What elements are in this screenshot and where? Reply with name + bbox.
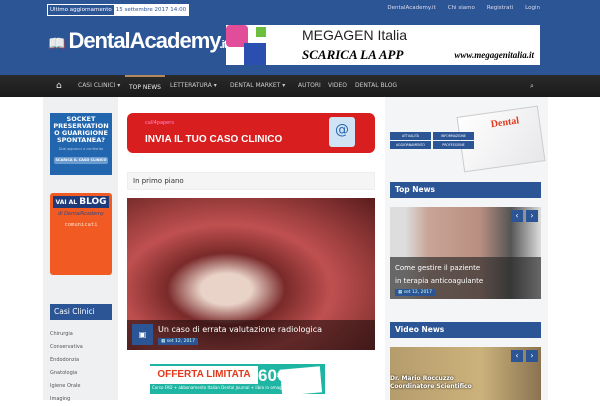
dental-journal-ad[interactable]: Dental ATTUALITÀ INFORMAZIONE AGGIORNAME… (390, 105, 546, 173)
ad-brand: MEGAGEN Italia (302, 27, 408, 43)
date-text: set 12, 2017 (403, 290, 433, 295)
update-label: Ultimo aggiornamento (48, 5, 114, 15)
magazine-image (279, 366, 323, 396)
search-icon[interactable]: ⌕ (530, 75, 534, 97)
dj-tab[interactable]: INFORMAZIONE (433, 132, 474, 140)
socket-preservation-ad[interactable]: SOCKET PRESERVATION O GUARIGIONE SPONTAN… (50, 113, 112, 175)
top-news-date: ▦ set 12, 2017 (395, 289, 436, 296)
featured-title[interactable]: Un caso di errata valutazione radiologic… (158, 325, 322, 334)
dj-tab[interactable]: AGGIORNAMENTO (390, 141, 431, 149)
next-arrow-icon[interactable]: › (526, 350, 538, 362)
last-update: Ultimo aggiornamento 15 settembre 2017 14… (47, 4, 190, 16)
ad-url: www.megagenitalia.it (454, 50, 534, 60)
dj-tab[interactable]: PROFESSIONE (433, 141, 474, 149)
category-link[interactable]: Igiene Orale (50, 380, 83, 393)
link-login[interactable]: Login (525, 5, 540, 11)
top-news-heading: Top News (390, 182, 541, 198)
site-logo[interactable]: 📖 DentalAcademy .it (48, 28, 227, 54)
logo-book-icon: 📖 (48, 35, 65, 51)
category-link[interactable]: Conservativa (50, 341, 83, 354)
casi-clinici-list: Chirurgia Conservativa Endodonzia Gnatol… (50, 328, 83, 406)
top-news-title-line[interactable]: Come gestire il paziente (395, 262, 483, 275)
blog-title: BLOG (79, 197, 107, 207)
nav-autori[interactable]: AUTORI (298, 75, 321, 97)
main-nav: ⌂ CASI CLINICI ▾ TOP NEWS LETTERATURA ▾ … (0, 75, 600, 97)
dj-logo: Dental (490, 115, 520, 131)
dj-tab[interactable]: ATTUALITÀ (390, 132, 431, 140)
c4p-small: call4papers (145, 120, 174, 126)
offer-banner[interactable]: OFFERTA LIMITATA 60€ Corso FAD + abbonam… (150, 364, 325, 396)
update-date: 15 settembre 2017 14:00 (115, 7, 187, 13)
blog-brand: di DentalAcademy (58, 211, 104, 217)
link-registrati[interactable]: Registrati (487, 5, 513, 11)
section-title: In primo piano (127, 172, 375, 190)
home-icon[interactable]: ⌂ (56, 75, 62, 97)
category-link[interactable]: Chirurgia (50, 328, 83, 341)
date-text: set 12, 2017 (166, 339, 196, 344)
blog-prefix: VAI AL (55, 199, 78, 206)
featured-date: ▦ set 12, 2017 (158, 338, 199, 345)
prev-arrow-icon[interactable]: ‹ (511, 210, 523, 222)
nav-dental-market[interactable]: DENTAL MARKET ▾ (230, 75, 285, 97)
nav-letteratura[interactable]: LETTERATURA ▾ (170, 75, 217, 97)
socket-ad-subtitle: Due approcci a confronto (58, 147, 104, 151)
category-link[interactable]: Endodonzia (50, 354, 83, 367)
video-caption-role: Coordinatore Scientifico (390, 383, 472, 390)
category-link[interactable]: Gnatologia (50, 367, 83, 380)
offer-subtitle: Corso FAD + abbonamento Italian Dental J… (152, 385, 288, 390)
prev-arrow-icon[interactable]: ‹ (511, 350, 523, 362)
blog-tag: comunicati (64, 222, 98, 228)
socket-ad-title: SOCKET PRESERVATION O GUARIGIONE SPONTAN… (53, 115, 109, 144)
top-news-title-line[interactable]: in terapia anticoagulante (395, 275, 483, 288)
socket-ad-button[interactable]: SCARICA IL CASO CLINICO (54, 157, 108, 164)
video-news-slider[interactable]: ‹ › Dr. Mario Roccuzzo Coordinatore Scien… (390, 347, 541, 400)
logo-text: DentalAcademy (68, 28, 221, 53)
featured-article[interactable]: ▣ Un caso di errata valutazione radiolog… (127, 198, 375, 350)
megagen-banner[interactable]: MEGAGEN Italia SCARICA LA APP www.megage… (226, 25, 540, 65)
call4papers-banner[interactable]: call4papers INVIA IL TUO CASO CLINICO @ (127, 113, 375, 153)
offer-title: OFFERTA LIMITATA (150, 366, 258, 384)
header: Ultimo aggiornamento 15 settembre 2017 14… (0, 0, 600, 75)
blog-ad[interactable]: VAI AL BLOG di DentalAcademy comunicati (50, 193, 112, 275)
video-caption-name: Dr. Mario Roccuzzo (390, 375, 454, 382)
email-icon: @ (329, 117, 355, 147)
link-chi-siamo[interactable]: Chi siamo (448, 5, 475, 11)
nav-video[interactable]: VIDEO (328, 75, 347, 97)
c4p-title: INVIA IL TUO CASO CLINICO (145, 134, 283, 145)
top-news-slider[interactable]: ‹ › Come gestire il paziente in terapia a… (390, 207, 541, 299)
nav-dental-blog[interactable]: DENTAL BLOG (355, 75, 397, 97)
gallery-icon: ▣ (132, 324, 153, 345)
ad-cta: SCARICA LA APP (302, 47, 404, 62)
nav-top-news[interactable]: TOP NEWS (125, 75, 165, 97)
nav-casi-clinici[interactable]: CASI CLINICI ▾ (78, 75, 120, 97)
video-news-heading: Video News (390, 322, 541, 338)
link-dentalacademy[interactable]: DentalAcademy.it (387, 5, 435, 11)
top-links: DentalAcademy.it Chi siamo Registrati Lo… (387, 5, 540, 11)
next-arrow-icon[interactable]: › (526, 210, 538, 222)
casi-clinici-heading: Casi Clinici (50, 304, 112, 320)
